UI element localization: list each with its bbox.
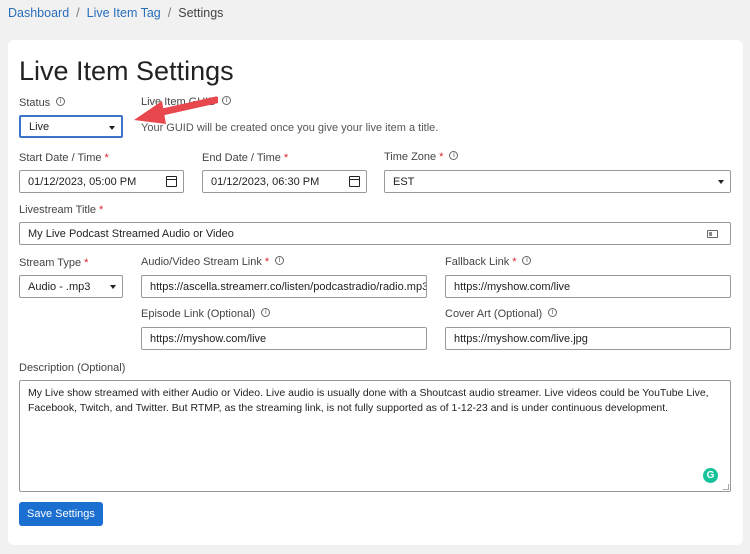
resize-handle[interactable] <box>723 484 729 490</box>
fallback-link-label: Fallback Link * i <box>445 255 532 268</box>
timezone-select[interactable]: EST <box>384 170 731 193</box>
info-icon[interactable]: i <box>275 255 285 265</box>
episode-link-input[interactable]: https://myshow.com/live <box>141 327 427 350</box>
grammarly-icon[interactable]: G <box>703 468 718 483</box>
breadcrumb-current: Settings <box>178 6 224 20</box>
info-icon[interactable]: i <box>548 307 558 317</box>
page-title: Live Item Settings <box>19 56 234 86</box>
description-textarea[interactable]: My Live show streamed with either Audio … <box>19 380 731 492</box>
info-icon[interactable]: i <box>261 307 271 317</box>
start-date-label: Start Date / Time * <box>19 152 109 164</box>
info-icon[interactable]: i <box>449 150 459 160</box>
info-icon[interactable]: i <box>56 96 66 106</box>
livestream-title-input[interactable]: My Live Podcast Streamed Audio or Video <box>19 222 731 245</box>
settings-card: Live Item Settings Status i Live Live Ite… <box>8 40 743 545</box>
end-date-label: End Date / Time * <box>202 152 289 164</box>
description-label: Description (Optional) <box>19 362 126 374</box>
episode-link-label: Episode Link (Optional) i <box>141 307 271 320</box>
cover-art-label: Cover Art (Optional) i <box>445 307 558 320</box>
stream-type-select[interactable]: Audio - .mp3 <box>19 275 123 298</box>
arrow-annotation <box>134 96 218 124</box>
card-icon[interactable] <box>707 230 718 238</box>
info-icon[interactable]: i <box>522 255 532 265</box>
cover-art-input[interactable]: https://myshow.com/live.jpg <box>445 327 731 350</box>
breadcrumb-live-item-tag[interactable]: Live Item Tag <box>87 6 161 20</box>
info-icon[interactable]: i <box>222 95 232 105</box>
breadcrumb-separator: / <box>167 6 172 20</box>
calendar-icon[interactable] <box>349 176 360 187</box>
av-link-label: Audio/Video Stream Link * i <box>141 255 285 268</box>
breadcrumb-separator: / <box>76 6 80 20</box>
status-select[interactable]: Live <box>19 115 123 138</box>
fallback-link-input[interactable]: https://myshow.com/live <box>445 275 731 298</box>
status-label: Status i <box>19 96 66 109</box>
save-settings-button[interactable]: Save Settings <box>19 502 103 526</box>
start-date-input[interactable]: 01/12/2023, 05:00 PM <box>19 170 184 193</box>
livestream-title-label: Livestream Title * <box>19 204 104 216</box>
av-link-input[interactable]: https://ascella.streamerr.co/listen/podc… <box>141 275 427 298</box>
breadcrumb: Dashboard / Live Item Tag / Settings <box>8 6 223 20</box>
end-date-input[interactable]: 01/12/2023, 06:30 PM <box>202 170 367 193</box>
breadcrumb-dashboard[interactable]: Dashboard <box>8 6 69 20</box>
calendar-icon[interactable] <box>166 176 177 187</box>
stream-type-label: Stream Type * <box>19 257 89 269</box>
timezone-label: Time Zone * i <box>384 150 459 163</box>
